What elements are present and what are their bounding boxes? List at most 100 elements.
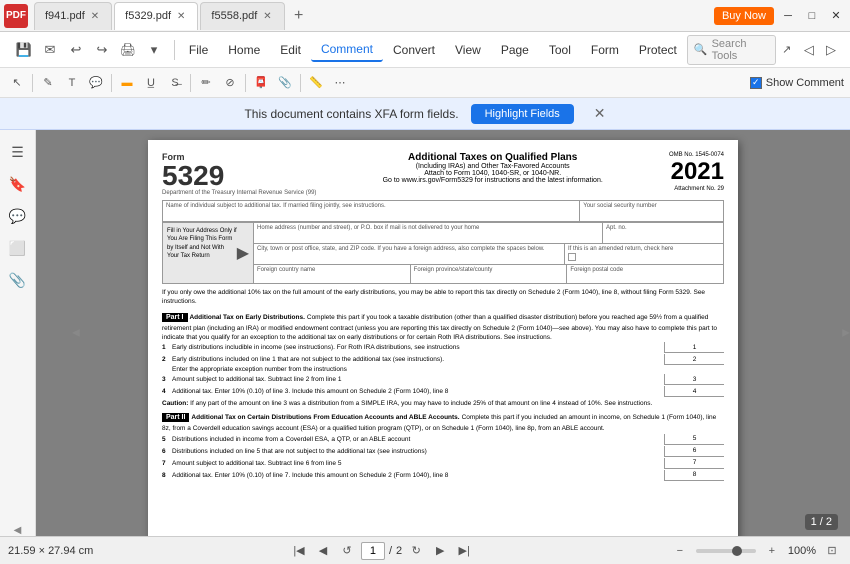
rotate-left-icon[interactable]: ↺ [337, 541, 357, 561]
more-icon[interactable]: ⋯ [329, 72, 351, 94]
line-row-8: 8 Additional tax. Enter 10% (0.10) of li… [162, 470, 724, 481]
last-page-button[interactable]: ▶| [454, 541, 474, 561]
page-number-input[interactable] [361, 542, 385, 560]
tab-f5558-close[interactable]: ✕ [261, 10, 273, 23]
text-comment-icon[interactable]: T [61, 72, 83, 94]
amended-checkbox[interactable] [568, 253, 576, 261]
zoom-slider[interactable] [696, 549, 756, 553]
stamp-icon[interactable]: 📮 [250, 72, 272, 94]
next-page-button[interactable]: ▶ [430, 541, 450, 561]
sidebar-collapse-arrow[interactable]: ◀ [14, 525, 22, 536]
zoom-in-button[interactable]: + [762, 541, 782, 561]
tab-f5329[interactable]: f5329.pdf ✕ [114, 2, 198, 30]
form-attach-line2: Go to www.irs.gov/Form5329 for instructi… [324, 177, 661, 184]
draw-icon[interactable]: ✏ [195, 72, 217, 94]
status-right: − + 100% ⊡ [670, 541, 842, 561]
maximize-button[interactable]: □ [802, 6, 822, 26]
sidebar-thumbnail-icon[interactable]: ⬜ [4, 234, 32, 262]
zoom-out-button[interactable]: − [670, 541, 690, 561]
sidebar-comment-icon[interactable]: 💬 [4, 202, 32, 230]
tab-f5329-close[interactable]: ✕ [175, 10, 187, 23]
tab-f941-label: f941.pdf [45, 10, 85, 22]
prev-page-arrow[interactable]: ◀ [72, 328, 80, 339]
banner-close-icon[interactable]: ✕ [594, 105, 606, 122]
amended-input[interactable] [568, 252, 720, 262]
ssn-input[interactable] [583, 209, 720, 219]
show-comment-checkbox[interactable] [750, 77, 762, 89]
sidebar-attach-icon[interactable]: 📎 [4, 266, 32, 294]
menu-convert[interactable]: Convert [383, 39, 445, 61]
line-input-8[interactable]: 8 [664, 470, 724, 481]
zoom-thumb[interactable] [732, 546, 742, 556]
minimize-button[interactable]: ─ [778, 6, 798, 26]
fill-box: Fill in Your Address Only if You Are Fil… [163, 223, 253, 283]
sidebar-bookmark-icon[interactable]: 🔖 [4, 170, 32, 198]
first-page-button[interactable]: |◀ [289, 541, 309, 561]
foreign-postal-input[interactable] [570, 273, 720, 281]
callout-icon[interactable]: 💬 [85, 72, 107, 94]
sidebar-pages-icon[interactable]: ☰ [4, 138, 32, 166]
address-input[interactable] [257, 231, 599, 241]
measure-icon[interactable]: 📏 [305, 72, 327, 94]
line-input-7[interactable]: 7 [664, 458, 724, 469]
forward-icon[interactable]: ▷ [820, 38, 842, 62]
name-input[interactable] [166, 209, 576, 219]
sticky-note-icon[interactable]: ✎ [37, 72, 59, 94]
fill-box-text: Fill in Your Address Only if You Are Fil… [167, 227, 237, 279]
save-icon[interactable]: 💾 [12, 38, 36, 62]
select-tool-icon[interactable]: ↖ [6, 72, 28, 94]
line-input-5[interactable]: 5 [664, 434, 724, 445]
search-tools-box[interactable]: 🔍 Search Tools [687, 35, 776, 65]
menu-form[interactable]: Form [581, 39, 629, 61]
quick-access-toolbar: 💾 ✉ ↩ ↪ 🖨 ▾ [12, 38, 166, 62]
add-tab-button[interactable]: + [287, 4, 311, 28]
city-input[interactable] [257, 252, 561, 262]
foreign-country-input[interactable] [257, 273, 407, 281]
tab-f941[interactable]: f941.pdf ✕ [34, 2, 112, 30]
rotate-right-icon[interactable]: ↻ [406, 541, 426, 561]
ssn-cell: Your social security number [580, 201, 723, 221]
next-page-arrow[interactable]: ▶ [842, 328, 850, 339]
line-num-6: 6 [162, 448, 172, 455]
tab-f5329-label: f5329.pdf [125, 10, 171, 22]
line-input-2[interactable]: 2 [664, 354, 724, 365]
menu-edit[interactable]: Edit [270, 39, 311, 61]
fit-page-button[interactable]: ⊡ [822, 541, 842, 561]
search-icon: 🔍 [694, 43, 708, 56]
strikethrough-icon[interactable]: S̶ [164, 72, 186, 94]
prev-page-button[interactable]: ◀ [313, 541, 333, 561]
line-input-4[interactable]: 4 [664, 386, 724, 397]
menu-tool[interactable]: Tool [539, 39, 581, 61]
menu-page[interactable]: Page [491, 39, 539, 61]
redo-icon[interactable]: ↪ [90, 38, 114, 62]
apt-input[interactable] [606, 231, 720, 241]
attach-icon[interactable]: 📎 [274, 72, 296, 94]
share-icon[interactable]: ↗ [776, 38, 798, 62]
highlight-icon[interactable]: ▬ [116, 72, 138, 94]
buy-now-button[interactable]: Buy Now [714, 7, 774, 25]
tab-f941-close[interactable]: ✕ [89, 10, 101, 23]
tab-f5558[interactable]: f5558.pdf ✕ [200, 2, 284, 30]
underline-icon[interactable]: U̲ [140, 72, 162, 94]
back-icon[interactable]: ◁ [798, 38, 820, 62]
print-icon[interactable]: 🖨 [116, 38, 140, 62]
total-pages: 2 [396, 545, 402, 557]
menu-comment[interactable]: Comment [311, 38, 383, 62]
eraser-icon[interactable]: ⊘ [219, 72, 241, 94]
foreign-province-input[interactable] [414, 273, 564, 281]
line-input-3[interactable]: 3 [664, 374, 724, 385]
close-button[interactable]: ✕ [826, 6, 846, 26]
line-input-6[interactable]: 6 [664, 446, 724, 457]
line-input-1[interactable]: 1 [664, 342, 724, 353]
addr-right: Home address (number and street), or P.O… [253, 223, 723, 283]
menu-view[interactable]: View [445, 39, 491, 61]
email-icon[interactable]: ✉ [38, 38, 62, 62]
dimensions-text: 21.59 × 27.94 cm [8, 545, 93, 557]
highlight-fields-button[interactable]: Highlight Fields [471, 104, 574, 124]
line-text-2: Early distributions included on line 1 t… [172, 356, 664, 363]
menu-protect[interactable]: Protect [629, 39, 687, 61]
menu-file[interactable]: File [179, 39, 218, 61]
menu-home[interactable]: Home [218, 39, 270, 61]
undo-icon[interactable]: ↩ [64, 38, 88, 62]
dropdown-icon[interactable]: ▾ [142, 38, 166, 62]
